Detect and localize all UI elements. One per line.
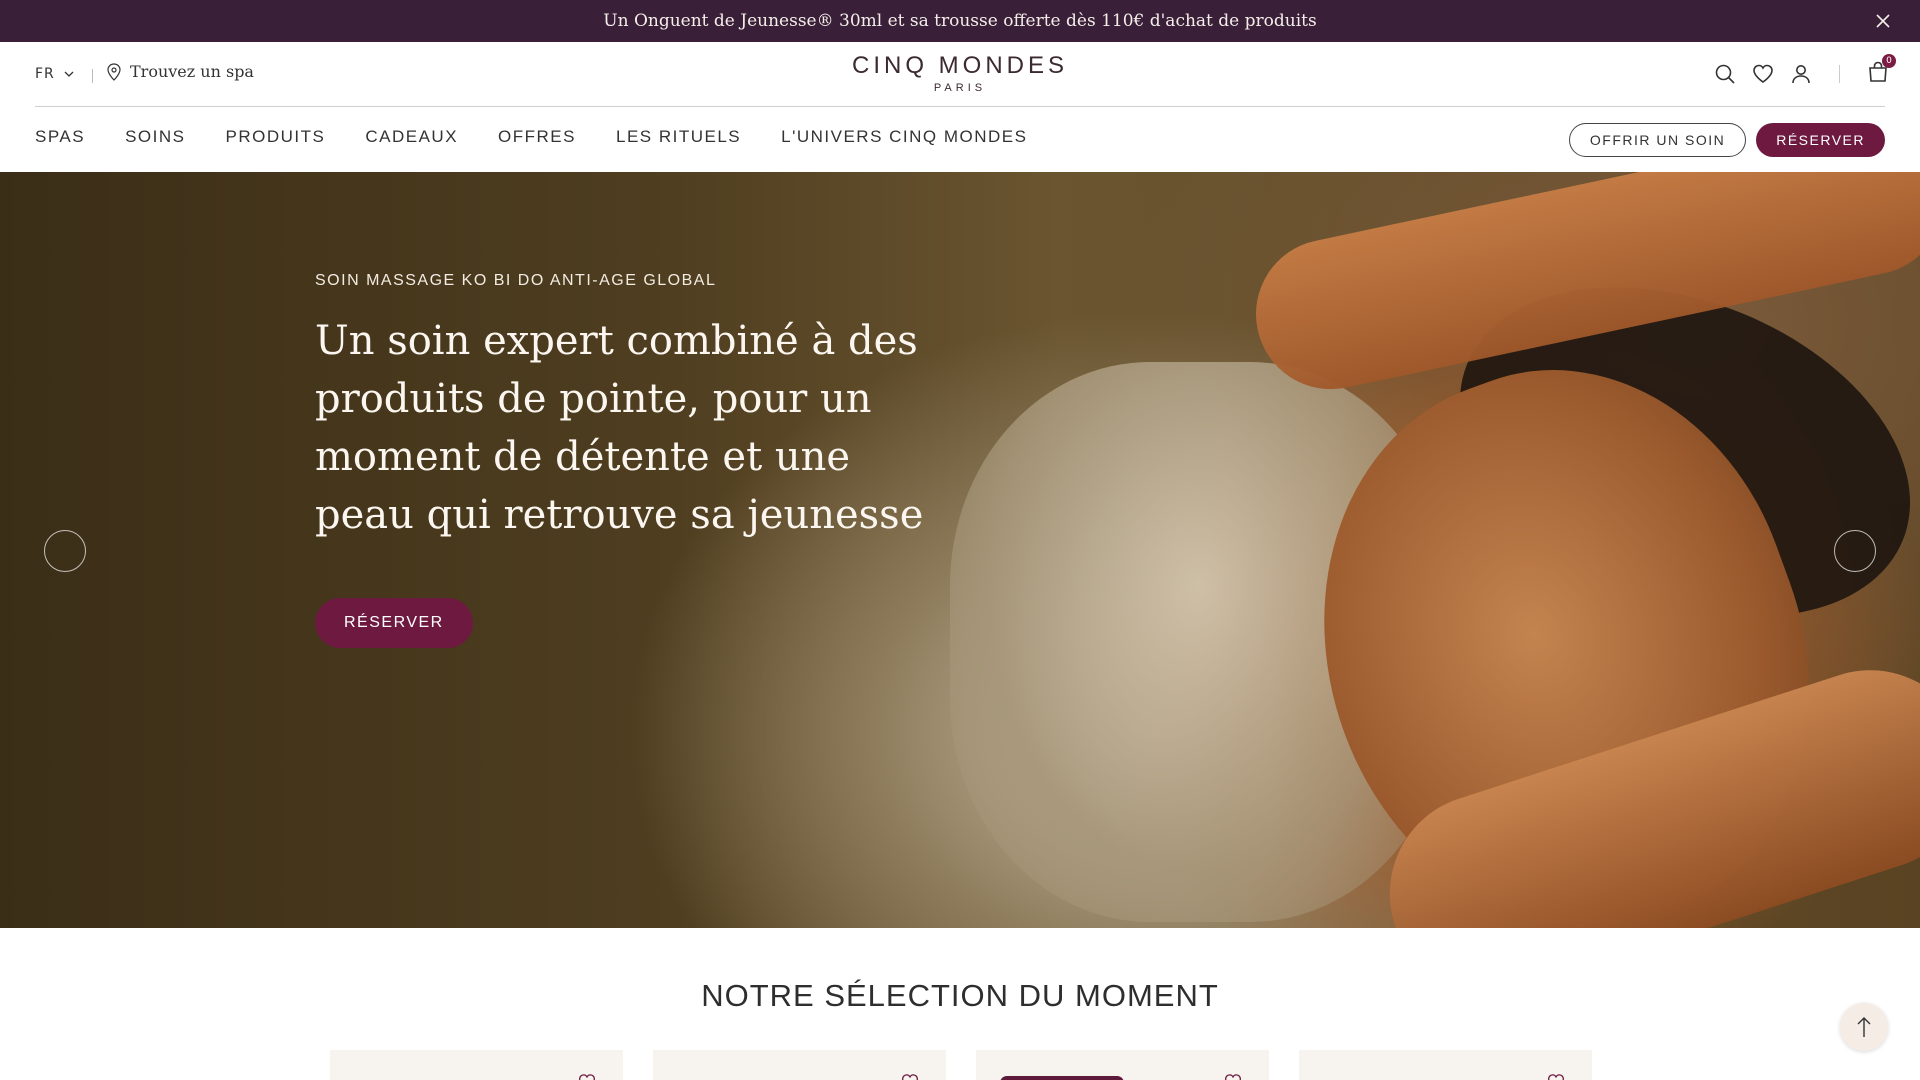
product-carousel	[330, 1050, 1592, 1080]
nav-item-univers[interactable]: L'UNIVERS CINQ MONDES	[781, 127, 1027, 147]
hero-eyebrow: SOIN MASSAGE KO BI DO ANTI-AGE GLOBAL	[315, 272, 717, 289]
logo-brand: CINQ MONDES	[851, 52, 1068, 79]
section-title: NOTRE SÉLECTION DU MOMENT	[701, 978, 1219, 1013]
nav-buttons: OFFRIR UN SOIN RÉSERVER	[1568, 123, 1885, 157]
product-card[interactable]	[653, 1050, 946, 1080]
user-icon[interactable]	[1789, 62, 1813, 86]
brand-logo[interactable]: CINQ MONDES PARIS	[0, 52, 1920, 94]
nav-item-produits[interactable]: PRODUITS	[226, 127, 326, 147]
offer-treatment-button[interactable]: OFFRIR UN SOIN	[1568, 123, 1747, 157]
heart-icon[interactable]	[1223, 1072, 1243, 1080]
nav-item-cadeaux[interactable]: CADEAUX	[365, 127, 458, 147]
product-card[interactable]	[330, 1050, 623, 1080]
nav-item-spas[interactable]: SPAS	[35, 127, 85, 147]
product-card[interactable]	[976, 1050, 1269, 1080]
heart-icon[interactable]	[900, 1072, 920, 1080]
cart-button[interactable]: 0	[1866, 54, 1896, 88]
scroll-to-top-button[interactable]	[1840, 1003, 1888, 1051]
heart-icon[interactable]	[1546, 1072, 1566, 1080]
nav-links: SPAS SOINS PRODUITS CADEAUX OFFRES LES R…	[35, 127, 1027, 147]
close-icon[interactable]	[1872, 10, 1894, 32]
carousel-next-button[interactable]	[1834, 530, 1876, 572]
logo-city: PARIS	[933, 82, 987, 94]
hero-book-button[interactable]: RÉSERVER	[315, 598, 473, 648]
hero-banner: SOIN MASSAGE KO BI DO ANTI-AGE GLOBAL Un…	[0, 172, 1920, 928]
arrow-up-icon	[1857, 1017, 1871, 1037]
book-button[interactable]: RÉSERVER	[1756, 123, 1885, 157]
announcement-text: Un Onguent de Jeunesse® 30ml et sa trous…	[603, 11, 1317, 31]
heart-icon[interactable]	[1751, 62, 1775, 86]
main-navigation: SPAS SOINS PRODUITS CADEAUX OFFRES LES R…	[0, 107, 1920, 172]
product-badge	[1000, 1076, 1124, 1080]
announcement-bar: Un Onguent de Jeunesse® 30ml et sa trous…	[0, 0, 1920, 42]
nav-item-rituels[interactable]: LES RITUELS	[616, 127, 741, 147]
cart-count-badge: 0	[1882, 54, 1896, 68]
carousel-prev-button[interactable]	[44, 530, 86, 572]
divider	[1839, 65, 1840, 83]
search-icon[interactable]	[1713, 62, 1737, 86]
nav-item-offres[interactable]: OFFRES	[498, 127, 576, 147]
header-actions: 0	[1713, 54, 1896, 88]
heart-icon[interactable]	[577, 1072, 597, 1080]
product-card[interactable]	[1299, 1050, 1592, 1080]
hero-headline: Un soin expert combiné à des produits de…	[315, 318, 924, 538]
nav-item-soins[interactable]: SOINS	[125, 127, 185, 147]
utility-bar: FR Trouvez un spa CINQ MONDES PARIS 0	[0, 42, 1920, 107]
